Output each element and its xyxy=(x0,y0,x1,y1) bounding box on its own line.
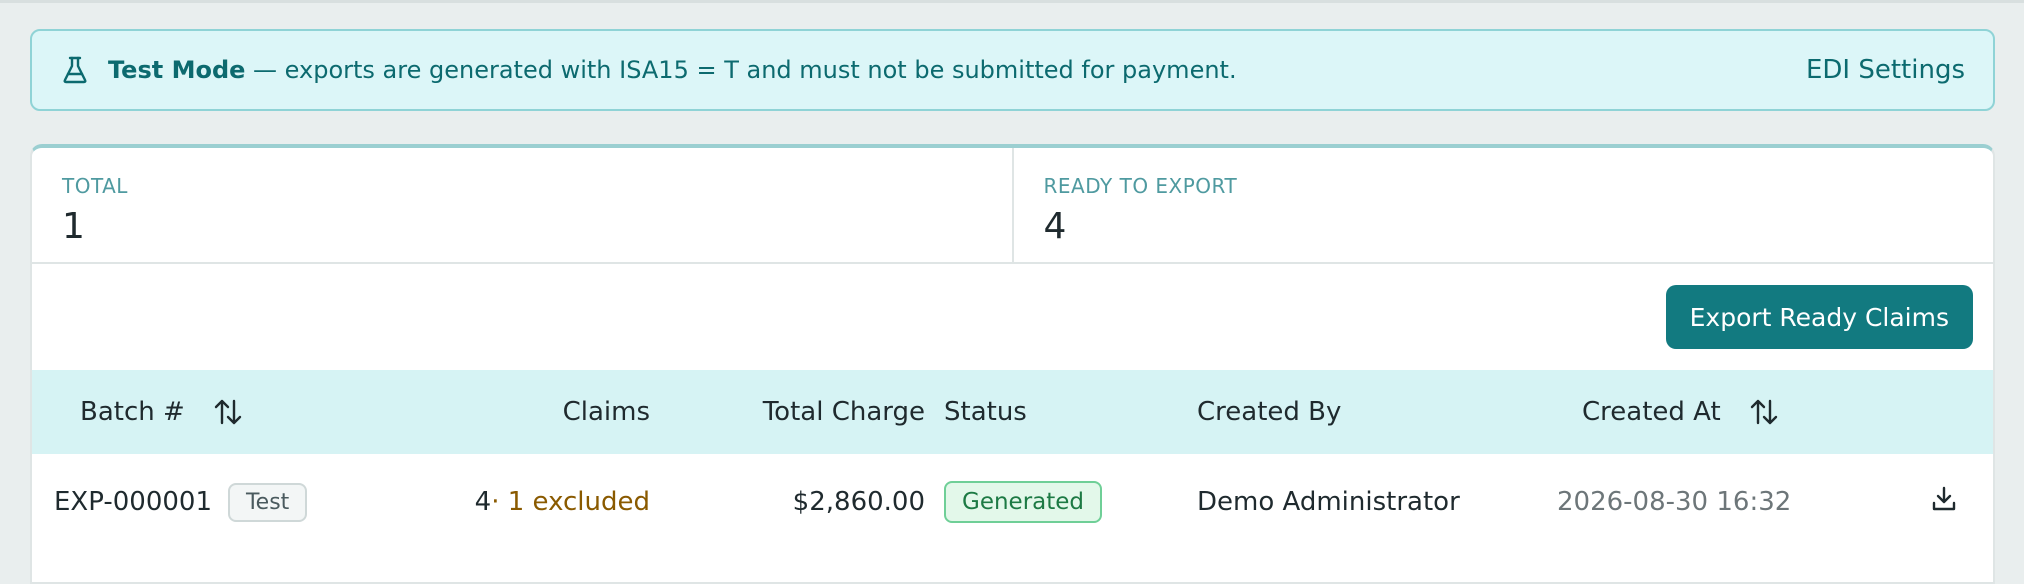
sort-arrows-icon[interactable] xyxy=(213,397,243,427)
banner-title: Test Mode xyxy=(108,56,246,84)
download-icon xyxy=(1930,485,1958,520)
column-total-charge-label: Total Charge xyxy=(762,397,925,427)
excluded-count: · 1 excluded xyxy=(491,487,650,517)
status-badge: Generated xyxy=(944,481,1103,523)
column-created-by-label: Created By xyxy=(1197,397,1342,427)
column-header-status: Status xyxy=(944,397,1027,427)
export-batches-card: TOTAL 1 READY TO EXPORT 4 Export Ready C… xyxy=(30,144,1995,584)
cell-claims: 4 · 1 excluded xyxy=(475,454,650,550)
claims-count: 4 xyxy=(474,487,492,517)
stat-ready: READY TO EXPORT 4 xyxy=(1011,148,1994,262)
column-created-at-label: Created At xyxy=(1582,397,1721,427)
flask-icon xyxy=(60,55,90,85)
column-header-claims: Claims xyxy=(563,397,650,427)
export-ready-claims-button[interactable]: Export Ready Claims xyxy=(1665,285,1973,349)
column-header-created-at[interactable]: Created At xyxy=(1582,397,1779,427)
test-tag: Test xyxy=(227,482,308,522)
test-mode-banner: Test Mode — exports are generated with I… xyxy=(30,29,1995,111)
stat-total-label: TOTAL xyxy=(62,174,128,198)
column-status-label: Status xyxy=(944,397,1027,427)
stat-ready-label: READY TO EXPORT xyxy=(1043,174,1238,198)
column-batch-label: Batch # xyxy=(80,397,185,427)
edi-settings-link[interactable]: EDI Settings xyxy=(1806,55,1965,85)
download-button[interactable] xyxy=(1930,454,1958,550)
table-row[interactable]: EXP-000001 Test 4 · 1 excluded $2,860.00… xyxy=(32,454,1993,550)
stat-total: TOTAL 1 xyxy=(32,148,1012,262)
stats-row: TOTAL 1 READY TO EXPORT 4 xyxy=(32,148,1993,264)
cell-total-charge: $2,860.00 xyxy=(792,487,925,517)
top-divider xyxy=(0,0,2024,3)
banner-text: Test Mode — exports are generated with I… xyxy=(108,56,1237,84)
actions-bar: Export Ready Claims xyxy=(32,264,1993,370)
table-header: Batch # Claims Total Charge Status Creat… xyxy=(32,370,1993,454)
stat-total-value: 1 xyxy=(62,206,85,247)
cell-batch: EXP-000001 Test xyxy=(54,454,308,550)
batch-number: EXP-000001 xyxy=(54,487,212,517)
cell-status: Generated xyxy=(944,454,1103,550)
column-header-created-by: Created By xyxy=(1197,397,1341,427)
banner-message: — exports are generated with ISA15 = T a… xyxy=(245,56,1237,84)
column-header-total-charge: Total Charge xyxy=(763,397,925,427)
sort-arrows-icon[interactable] xyxy=(1749,397,1779,427)
column-header-batch[interactable]: Batch # xyxy=(80,397,243,427)
cell-created-by: Demo Administrator xyxy=(1197,487,1460,517)
stat-ready-value: 4 xyxy=(1043,206,1067,247)
column-claims-label: Claims xyxy=(562,397,650,427)
cell-created-at: 2026-08-30 16:32 xyxy=(1557,487,1792,517)
